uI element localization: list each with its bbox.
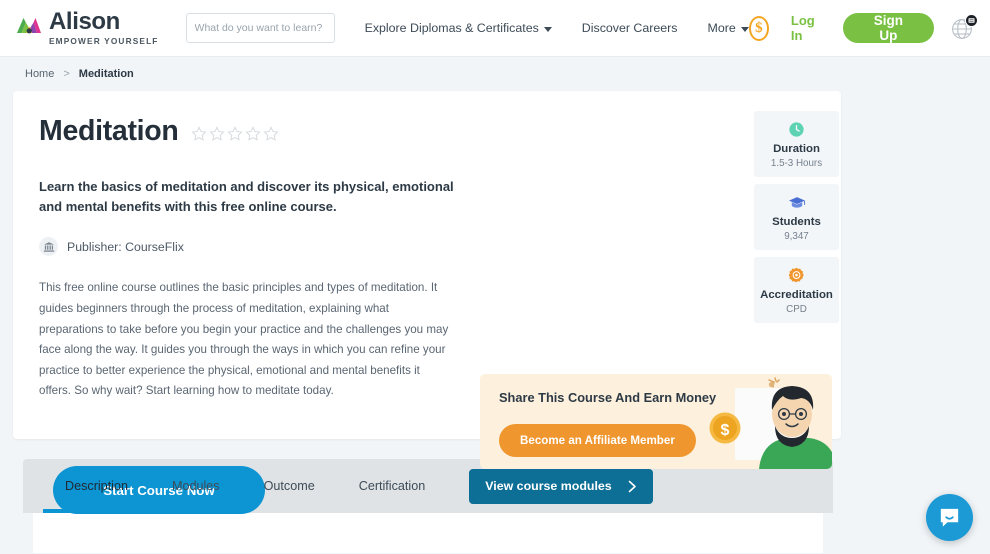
star-icon[interactable] bbox=[190, 125, 207, 142]
publisher-label: Publisher: CourseFlix bbox=[67, 239, 184, 254]
logo-tagline: EMPOWER YOURSELF bbox=[49, 36, 159, 47]
header-actions: $ Log In Sign Up bbox=[748, 13, 978, 43]
affiliate-title: Share This Course And Earn Money bbox=[499, 390, 717, 405]
info-card-label: Duration bbox=[773, 143, 820, 155]
tab-content-panel bbox=[33, 513, 823, 553]
nav-item-more[interactable]: More bbox=[708, 21, 749, 35]
accreditation-badge-icon bbox=[758, 266, 835, 285]
info-card-value: 9,347 bbox=[784, 231, 809, 242]
chevron-down-icon bbox=[543, 26, 552, 32]
badge-glyph-icon bbox=[968, 18, 975, 23]
tab-description[interactable]: Description bbox=[43, 459, 150, 513]
course-info-cards: Duration 1.5-3 Hours Students 9,347 Accr… bbox=[754, 111, 839, 323]
affiliate-banner: Share This Course And Earn Money Become … bbox=[480, 374, 832, 469]
become-affiliate-button[interactable]: Become an Affiliate Member bbox=[499, 424, 696, 457]
site-logo[interactable]: Alison EMPOWER YOURSELF bbox=[16, 8, 159, 47]
search-box[interactable] bbox=[185, 13, 335, 43]
chat-bubble-icon bbox=[940, 508, 959, 527]
breadcrumb: Home > Meditation bbox=[0, 57, 990, 91]
clock-icon bbox=[758, 120, 835, 139]
breadcrumb-current: Meditation bbox=[78, 68, 134, 80]
view-course-modules-label: View course modules bbox=[485, 479, 612, 493]
site-header: Alison EMPOWER YOURSELF Explore Diplomas… bbox=[0, 0, 990, 57]
graduation-cap-icon bbox=[758, 193, 835, 212]
info-card-accreditation: Accreditation CPD bbox=[754, 257, 839, 323]
nav-label: More bbox=[707, 21, 736, 35]
award-badge-glyph-icon bbox=[788, 267, 804, 282]
chevron-down-icon bbox=[740, 26, 749, 32]
tab-modules[interactable]: Modules bbox=[150, 459, 242, 513]
info-card-label: Accreditation bbox=[760, 289, 833, 301]
star-icon[interactable] bbox=[244, 125, 261, 142]
publisher-row: Publisher: CourseFlix bbox=[39, 237, 815, 257]
dollar-coin-icon[interactable]: $ bbox=[748, 15, 769, 41]
nav-item-explore-diplomas[interactable]: Explore Diplomas & Certificates bbox=[365, 21, 552, 35]
tab-outcome[interactable]: Outcome bbox=[242, 459, 337, 513]
graduation-cap-glyph-icon bbox=[788, 197, 805, 208]
language-badge-icon bbox=[965, 14, 978, 27]
nav-label: Discover Careers bbox=[581, 21, 678, 35]
course-hero-card: Meditation Learn the basics of meditatio… bbox=[13, 91, 841, 514]
affiliate-illustration: $ bbox=[709, 377, 832, 469]
title-row: Meditation bbox=[39, 115, 815, 148]
clock-glyph-icon bbox=[789, 122, 804, 137]
breadcrumb-home[interactable]: Home bbox=[25, 68, 54, 80]
institution-icon bbox=[39, 237, 58, 257]
bank-building-icon bbox=[43, 241, 54, 252]
breadcrumb-separator-icon: > bbox=[63, 68, 70, 80]
nav-label: Explore Diplomas & Certificates bbox=[364, 21, 539, 35]
logo-name: Alison bbox=[49, 8, 120, 36]
info-card-students: Students 9,347 bbox=[754, 184, 839, 250]
chevron-right-icon bbox=[628, 480, 636, 492]
language-selector[interactable] bbox=[950, 14, 978, 41]
rating-stars[interactable] bbox=[190, 125, 279, 142]
alison-logo-icon bbox=[17, 17, 41, 34]
course-description: This free online course outlines the bas… bbox=[39, 281, 449, 398]
signup-button[interactable]: Sign Up bbox=[842, 13, 934, 43]
tab-certification[interactable]: Certification bbox=[337, 459, 448, 513]
chat-widget-button[interactable] bbox=[926, 494, 973, 541]
view-course-modules-button[interactable]: View course modules bbox=[469, 468, 653, 504]
star-icon[interactable] bbox=[262, 125, 279, 142]
search-input[interactable] bbox=[186, 14, 334, 42]
info-card-value: CPD bbox=[786, 304, 807, 315]
nav-item-discover-careers[interactable]: Discover Careers bbox=[582, 21, 678, 35]
page-body: Meditation Learn the basics of meditatio… bbox=[0, 91, 990, 553]
star-icon[interactable] bbox=[208, 125, 225, 142]
star-icon[interactable] bbox=[226, 125, 243, 142]
login-link[interactable]: Log In bbox=[791, 13, 821, 43]
course-subtitle: Learn the basics of meditation and disco… bbox=[39, 179, 454, 215]
main-navigation: Explore Diplomas & Certificates Discover… bbox=[365, 21, 749, 35]
svg-text:$: $ bbox=[721, 422, 730, 439]
page-title: Meditation bbox=[39, 115, 179, 147]
info-card-duration: Duration 1.5-3 Hours bbox=[754, 111, 839, 177]
info-card-value: 1.5-3 Hours bbox=[770, 158, 823, 169]
info-card-label: Students bbox=[772, 216, 821, 228]
